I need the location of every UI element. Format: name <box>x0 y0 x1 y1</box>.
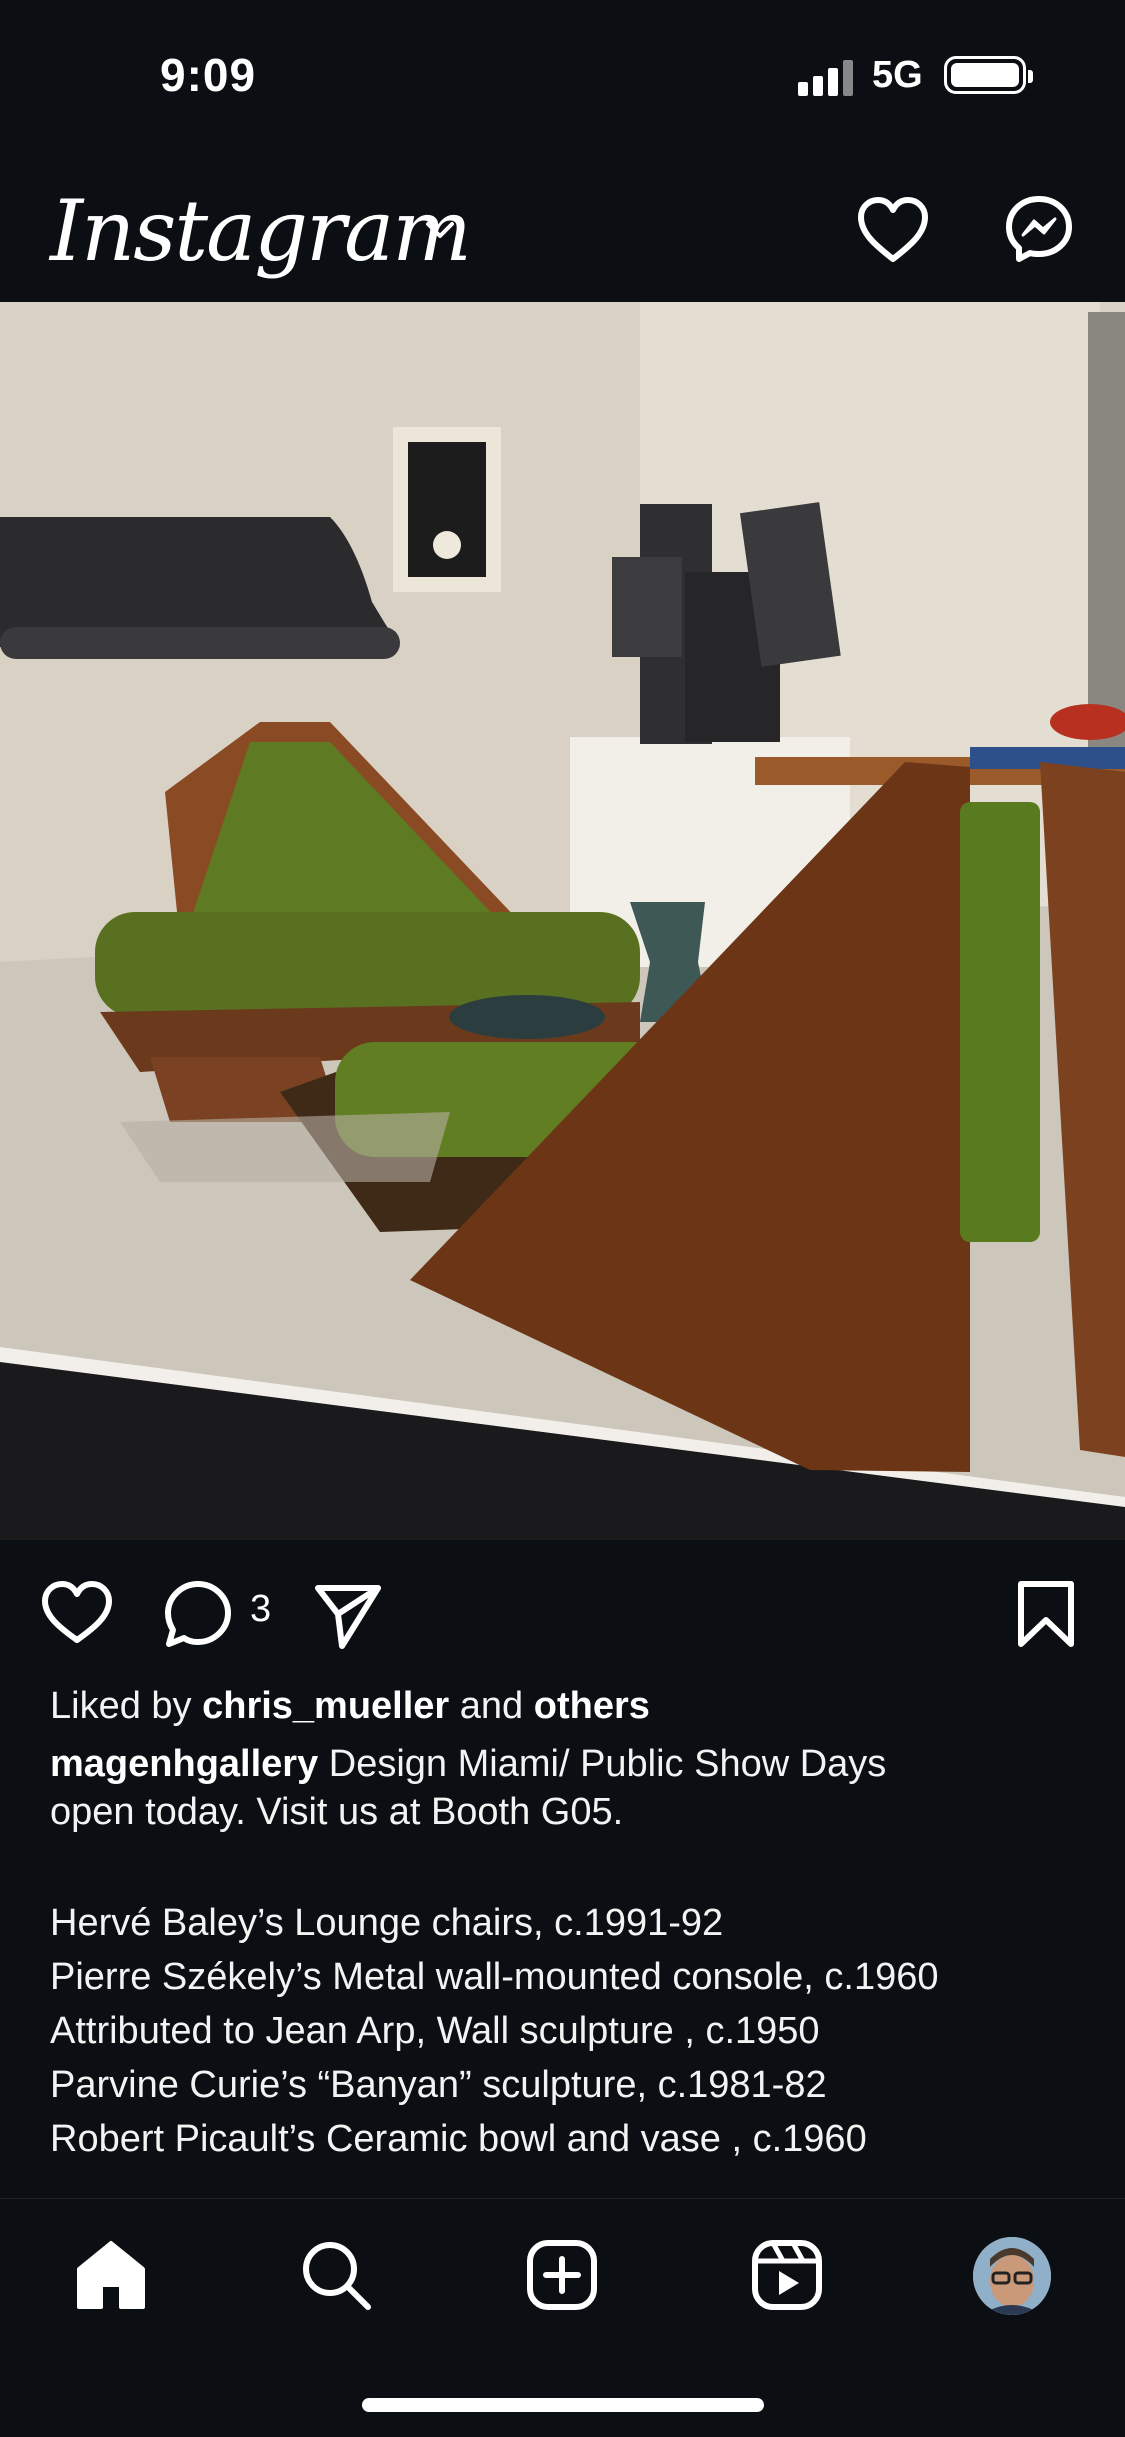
create-post-icon[interactable] <box>524 2237 600 2313</box>
search-icon[interactable] <box>298 2237 374 2313</box>
messenger-icon[interactable] <box>1003 193 1075 265</box>
status-bar: 9:09 5G <box>0 0 1125 150</box>
post-photo-artwork <box>0 302 1125 1540</box>
profile-avatar[interactable] <box>973 2237 1051 2315</box>
chevron-down-icon[interactable] <box>420 210 460 250</box>
avatar-image <box>973 2237 1051 2315</box>
reels-icon[interactable] <box>749 2237 825 2313</box>
liked-by-line[interactable]: Liked by chris_mueller and others <box>50 1682 1090 1730</box>
post-actions: 3 <box>0 1540 1125 1690</box>
cellular-signal-icon <box>798 58 856 96</box>
bookmark-icon[interactable] <box>1015 1580 1077 1650</box>
caption-line: Robert Picault’s Ceramic bowl and vase ,… <box>50 2118 867 2160</box>
comment-icon[interactable] <box>162 1578 234 1650</box>
post-image[interactable] <box>0 302 1125 1540</box>
post-author[interactable]: magenhgallery <box>50 1743 318 1785</box>
app-header: Instagram <box>0 150 1125 302</box>
post-caption: Liked by chris_mueller and others magenh… <box>50 1682 1090 2166</box>
liked-by-others[interactable]: others <box>534 1685 650 1727</box>
caption-line: Parvine Curie’s “Banyan” sculpture, c.19… <box>50 2064 827 2106</box>
instagram-logo[interactable]: Instagram <box>50 182 472 280</box>
share-icon[interactable] <box>312 1580 384 1650</box>
caption-text: magenhgallery Design Miami/ Public Show … <box>50 1743 887 1833</box>
home-icon[interactable] <box>73 2237 149 2313</box>
like-heart-icon[interactable] <box>40 1580 114 1646</box>
heart-icon[interactable] <box>855 195 931 265</box>
status-time: 9:09 <box>160 49 257 101</box>
caption-line: Attributed to Jean Arp, Wall sculpture ,… <box>50 2010 820 2052</box>
battery-icon <box>944 56 1033 94</box>
comment-count[interactable]: 3 <box>250 1588 271 1631</box>
liked-by-user[interactable]: chris_mueller <box>202 1685 449 1727</box>
caption-line: Hervé Baley’s Lounge chairs, c.1991-92 <box>50 1902 724 1944</box>
caption-line: Pierre Székely’s Metal wall-mounted cons… <box>50 1956 939 1998</box>
network-type: 5G <box>872 54 923 96</box>
home-indicator[interactable] <box>362 2398 764 2412</box>
